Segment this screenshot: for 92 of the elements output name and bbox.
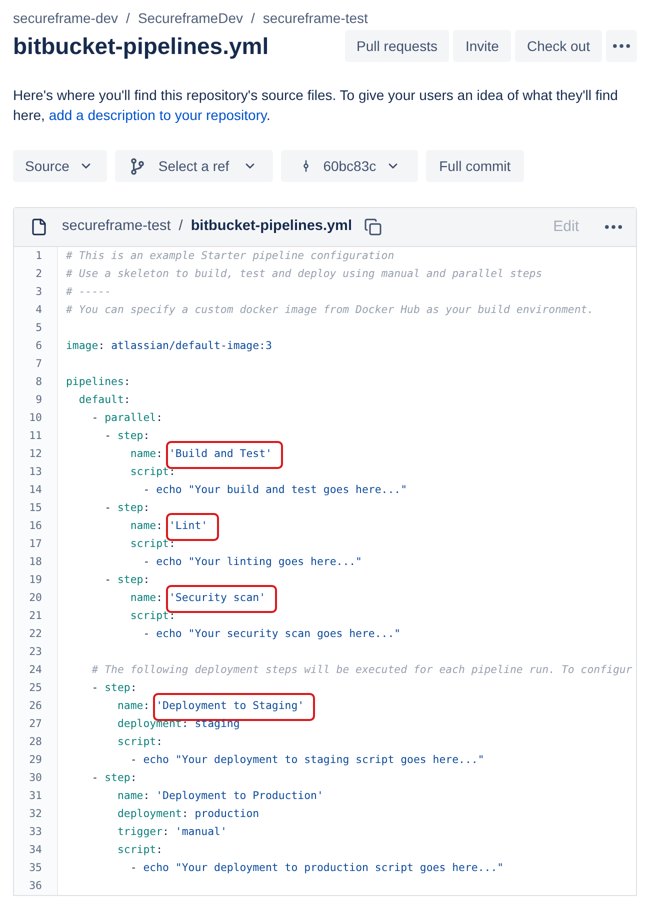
code-line: - echo "Your linting goes here..." [143,554,362,570]
breadcrumb-separator: / [250,8,255,28]
file-icon [30,217,48,237]
line-number: 12 [29,446,42,462]
code-text: name: [117,698,151,714]
code-text: name: [130,590,164,606]
line-number: 19 [29,572,42,588]
toolbar-button[interactable]: Source [13,150,108,182]
line-number: 17 [29,536,42,552]
code-line: pipelines: [66,374,130,390]
action-button[interactable]: Invite [453,30,511,62]
line-number: 27 [29,716,42,732]
code-line: script: [117,734,163,750]
highlighted-value: 'Security scan' [166,585,277,613]
branch-icon [131,158,144,174]
code-line: - echo "Your deployment to staging script goes here..." [130,752,484,768]
breadcrumb-link[interactable]: secureframe-test [62,216,171,238]
code-line: - echo "Your deployment to production script goes here..." [130,860,504,876]
code-line: - step: [104,500,150,516]
line-number: 28 [29,734,42,750]
code-line: # You can specify a custom docker image from Docker Hub as your build environment. [66,302,594,318]
line-number: 4 [36,302,42,318]
line-number: 3 [36,284,42,300]
code-line: - step: [104,572,150,588]
code-line: # This is an example Starter pipeline configuration [66,248,394,264]
highlighted-value: 'Lint' [166,513,219,541]
file-name: bitbucket-pipelines.yml [190,217,352,236]
line-number: 35 [29,860,42,876]
line-number: 2 [36,266,42,282]
action-button[interactable]: Pull requests [344,30,450,62]
breadcrumb-separator: / [178,217,183,236]
code-line: - parallel: [92,410,163,426]
line-number: 29 [29,752,42,768]
line-number: 13 [29,464,42,480]
line-number: 16 [29,518,42,534]
code-line: - step: [92,680,137,696]
code-line: - step: [92,770,137,786]
code-line: script: [117,842,163,858]
code-line: trigger: 'manual' [117,824,227,840]
line-number: 36 [29,878,42,894]
line-number: 7 [36,356,42,372]
code-text: name: [130,518,164,534]
line-number: 34 [29,842,42,858]
line-number: 24 [29,662,42,678]
line-number: 33 [29,824,42,840]
code-line: image: atlassian/default-image:3 [66,338,272,354]
code-line: - echo "Your build and test goes here..." [143,482,408,498]
line-number: 23 [29,644,42,660]
line-number: 18 [29,554,42,570]
line-number: 9 [36,392,42,408]
line-number: 8 [36,374,42,390]
more-button[interactable] [606,30,637,62]
description-text: Here's where you'll find this repository's source files. To give your users an idea of what they'll find here, add a description to your repository. [13,86,619,125]
breadcrumb-link[interactable]: secureframe-test [262,8,368,28]
breadcrumb-separator: / [126,8,130,28]
line-number: 5 [36,320,42,336]
line-number: 1 [36,248,42,264]
line-number: 30 [29,770,42,786]
line-number: 20 [29,590,42,606]
action-button[interactable]: Check out [514,30,602,62]
code-line: - echo "Your security scan goes here..." [143,626,401,642]
line-number: 32 [29,806,42,822]
copy-button[interactable] [364,218,382,236]
line-number: 15 [29,500,42,516]
code-line: # The following deployment steps will be executed for each pipeline run. To configur [92,662,632,678]
more-icon [605,225,622,229]
line-number: 6 [36,338,42,354]
line-number: 26 [29,698,42,714]
toolbar-button[interactable]: 60bc83c [281,150,418,182]
code-line: deployment: production [117,806,260,822]
toolbar-button[interactable]: Full commit [426,150,524,182]
code-line: # Use a skeleton to build, test and deploy using manual and parallel steps [66,266,542,282]
breadcrumb-link[interactable]: SecureframeDev [138,8,243,28]
line-number: 21 [29,608,42,624]
line-number: 31 [29,788,42,804]
more-icon [613,44,630,48]
code-line: name: 'Deployment to Production' [117,788,324,804]
line-number: 14 [29,482,42,498]
description-link[interactable]: add a description to your repository [48,107,266,123]
line-number: 11 [29,428,42,444]
line-number: 25 [29,680,42,696]
code-line: # ----- [66,284,112,300]
highlighted-value: 'Build and Test' [166,441,283,469]
code-line: default: [78,392,130,408]
line-number: 10 [29,410,42,426]
page-title: bitbucket-pipelines.yml [13,32,269,61]
code-line: - step: [104,428,150,444]
line-number: 22 [29,626,42,642]
copy-icon [364,218,382,236]
code-text: name: [130,446,164,462]
toolbar-button[interactable]: Select a ref [115,150,274,182]
breadcrumb-link[interactable]: secureframe-dev [13,8,118,28]
